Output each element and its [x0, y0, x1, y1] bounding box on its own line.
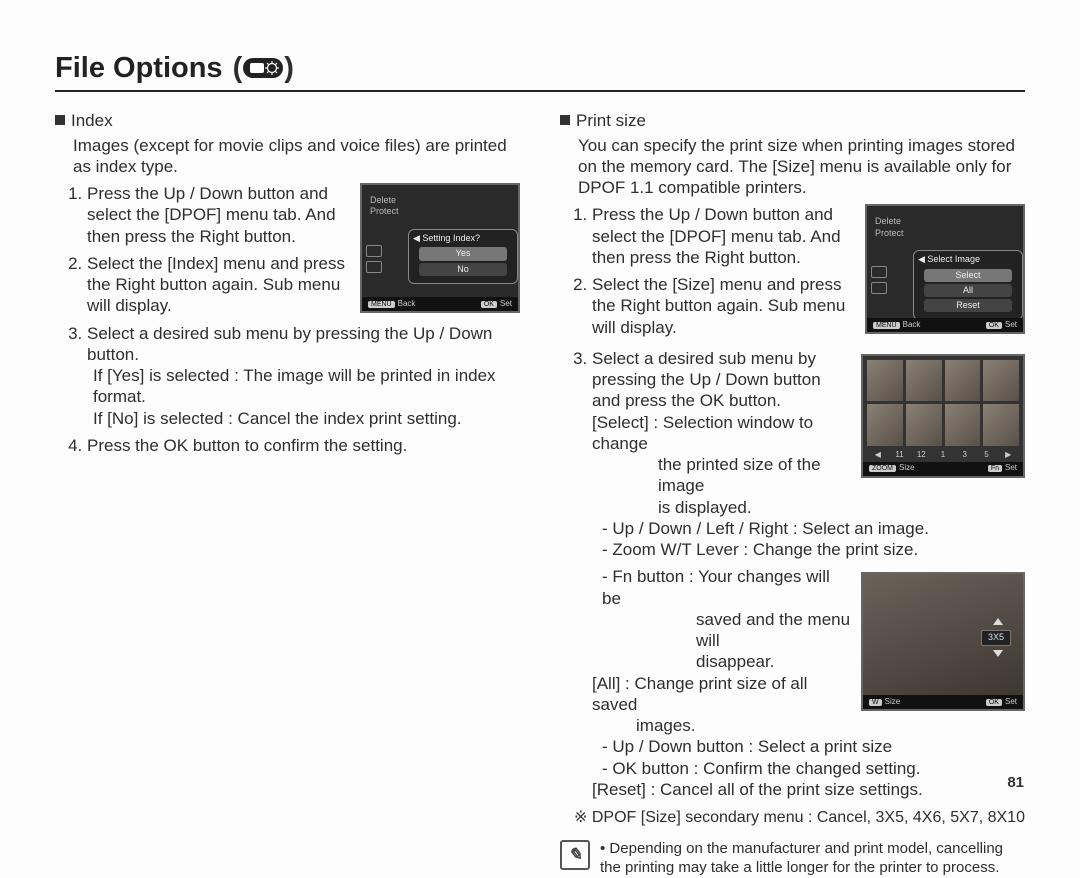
- note-icon: ✎: [560, 840, 590, 870]
- popup-setting-index: ◀ Setting Index? Yes No: [408, 229, 518, 284]
- dash-updown: - Up / Down button : Select a print size: [602, 736, 1025, 757]
- fn-key: Fn: [988, 465, 1002, 472]
- thumb-num: 12: [910, 450, 932, 462]
- thumbnail[interactable]: [945, 404, 981, 446]
- option-no[interactable]: No: [419, 263, 507, 276]
- title-icon-group: ( ): [233, 50, 294, 86]
- print-size-intro: You can specify the print size when prin…: [578, 135, 1025, 199]
- menu-item-delete: Delete: [875, 216, 919, 227]
- section-title-index: Index: [71, 110, 113, 131]
- note-row: ✎ Depending on the manufacturer and prin…: [560, 840, 1025, 878]
- option-reset[interactable]: Reset: [924, 299, 1012, 312]
- arrow-down-icon[interactable]: [993, 650, 1003, 657]
- ok-key: OK: [986, 699, 1002, 706]
- ok-key: OK: [986, 322, 1002, 329]
- right-column: Print size You can specify the print siz…: [560, 110, 1025, 877]
- set-label: Set: [500, 299, 512, 308]
- option-yes[interactable]: Yes: [419, 247, 507, 260]
- reset-label: [Reset] : Cancel all of the print size s…: [592, 779, 1025, 800]
- index-intro: Images (except for movie clips and voice…: [73, 135, 520, 178]
- size-badge: 3X5: [981, 630, 1011, 645]
- dash-zoom: - Zoom W/T Lever : Change the print size…: [602, 539, 1025, 560]
- thumbnail[interactable]: [906, 360, 942, 402]
- file-options-icon: [242, 55, 284, 81]
- section-title-print-size: Print size: [576, 110, 646, 131]
- set-label: Set: [1005, 320, 1017, 329]
- menu-item-protect: Protect: [370, 206, 414, 217]
- step-3-yes: If [Yes] is selected : The image will be…: [93, 365, 520, 408]
- step-3: Select a desired sub menu by pressing th…: [87, 323, 520, 429]
- option-select[interactable]: Select: [924, 269, 1012, 282]
- option-all[interactable]: All: [924, 284, 1012, 297]
- page-title-row: File Options ( ): [55, 50, 1025, 92]
- size-label: Size: [885, 697, 901, 706]
- step-4: Press the OK button to confirm the setti…: [87, 435, 520, 456]
- arrow-up-icon[interactable]: [993, 618, 1003, 625]
- menu-key: MENU: [873, 322, 900, 329]
- popup-select-image: ◀ Select Image Select All Reset: [913, 250, 1023, 320]
- paren-open: (: [233, 50, 243, 86]
- ok-key: OK: [481, 301, 497, 308]
- thumb-num: 11: [889, 450, 911, 462]
- square-bullet-icon: [55, 115, 65, 125]
- secondary-menu-text: DPOF [Size] secondary menu : Cancel, 3X5…: [592, 809, 1025, 826]
- page-number: 81: [1007, 774, 1024, 793]
- back-label: Back: [398, 299, 416, 308]
- page-title: File Options: [55, 50, 223, 86]
- set-label: Set: [1005, 697, 1017, 706]
- thumbnail[interactable]: [867, 360, 903, 402]
- thumbnail[interactable]: [983, 404, 1019, 446]
- thumbnail[interactable]: [945, 360, 981, 402]
- zoom-key: ZOOM: [869, 465, 896, 472]
- menu-item-delete: Delete: [370, 195, 414, 206]
- popup-title: ◀ Select Image: [918, 254, 1018, 265]
- thumb-num: 3: [954, 450, 976, 462]
- thumbnail[interactable]: [906, 404, 942, 446]
- dash-ok: - OK button : Confirm the changed settin…: [602, 758, 1025, 779]
- note-text: Depending on the manufacturer and print …: [600, 840, 1025, 878]
- all-line2: images.: [636, 715, 1025, 736]
- menu-item-protect: Protect: [875, 228, 919, 239]
- camera-screen-thumbnails: ◀ 11 12 1 3 5 ▶ ZOOMSize FnSet: [861, 354, 1025, 478]
- reference-mark-icon: ※: [574, 809, 587, 826]
- secondary-menu-line: ※ DPOF [Size] secondary menu : Cancel, 3…: [574, 808, 1025, 828]
- thumb-num: 1: [932, 450, 954, 462]
- select-line3: is displayed.: [658, 497, 1025, 518]
- square-bullet-icon: [560, 115, 570, 125]
- back-label: Back: [903, 320, 921, 329]
- camera-screen-size-menu: Delete Protect ◀ Select Image Select All…: [865, 204, 1025, 334]
- size-label: Size: [899, 463, 915, 472]
- camera-screen-index: Delete Protect ◀ Setting Index? Yes No M…: [360, 183, 520, 313]
- step-3-no: If [No] is selected : Cancel the index p…: [93, 408, 520, 429]
- left-column: Index Images (except for movie clips and…: [55, 110, 520, 877]
- dash-updownleftright: - Up / Down / Left / Right : Select an i…: [602, 518, 1025, 539]
- w-key: W: [869, 699, 882, 706]
- paren-close: ): [284, 50, 294, 86]
- popup-title: ◀ Setting Index?: [413, 233, 513, 244]
- menu-key: MENU: [368, 301, 395, 308]
- set-label: Set: [1005, 463, 1017, 472]
- thumb-num: 5: [976, 450, 998, 462]
- camera-screen-preview: 3X5 WSize OKSet: [861, 572, 1025, 711]
- thumbnail[interactable]: [983, 360, 1019, 402]
- thumbnail[interactable]: [867, 404, 903, 446]
